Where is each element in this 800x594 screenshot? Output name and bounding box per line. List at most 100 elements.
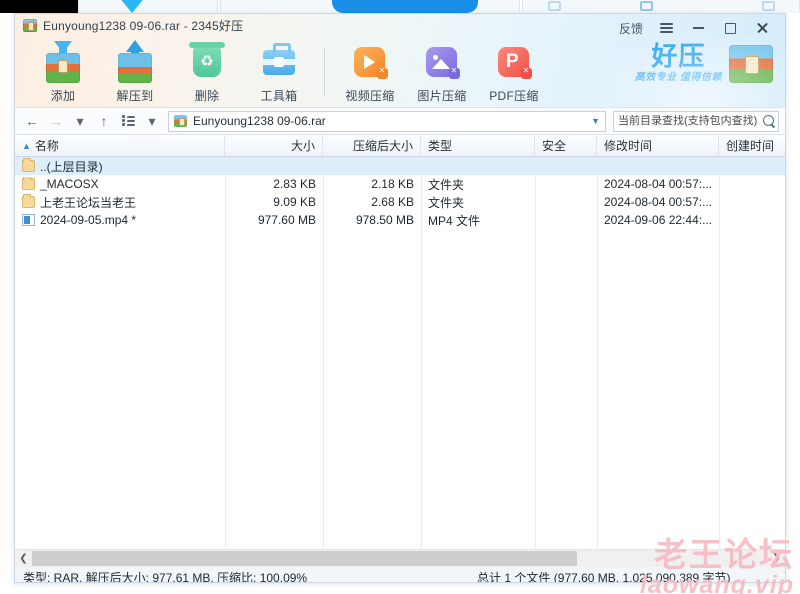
column-header-type[interactable]: 类型 bbox=[421, 135, 535, 156]
feedback-button[interactable]: 反馈 bbox=[613, 17, 649, 39]
header-band: Eunyoung1238 09-06.rar - 2345好压 反馈 添加 解压… bbox=[15, 14, 785, 107]
file-size-cell: 2.83 KB bbox=[273, 177, 316, 191]
file-name-label: _MACOSX bbox=[40, 177, 99, 191]
brand-text: 好压 高效专业 值得信赖 bbox=[635, 44, 722, 83]
file-modified-time-cell: 2024-08-04 00:57:... bbox=[604, 195, 713, 209]
image-compress-button-label: 图片压缩 bbox=[417, 89, 467, 103]
file-name-cell: 2024-09-05.mp4 * bbox=[15, 213, 225, 227]
column-header-row: ▲ 名称 大小 压缩后大小 类型 安全 修改时间 创建时间 bbox=[15, 135, 785, 157]
file-type-cell: 文件夹 bbox=[428, 177, 465, 192]
history-chevron-down-icon[interactable]: ▾ bbox=[69, 110, 91, 132]
brand-logo-area: 好压 高效专业 值得信赖 bbox=[635, 44, 773, 83]
table-row[interactable]: 2024-09-05.mp4 * 977.60 MB 978.50 MB MP4… bbox=[15, 211, 785, 229]
folder-icon bbox=[22, 158, 35, 172]
background-window-panel-1 bbox=[78, 0, 218, 13]
add-archive-icon bbox=[41, 41, 85, 83]
brand-slogan: 高效专业 值得信赖 bbox=[634, 72, 722, 83]
scrollbar-thumb[interactable] bbox=[32, 550, 577, 566]
view-chevron-down-icon[interactable]: ▾ bbox=[141, 110, 163, 132]
back-arrow-icon[interactable]: ← bbox=[21, 110, 43, 132]
maximize-icon[interactable] bbox=[715, 17, 745, 39]
extract-to-button-label: 解压到 bbox=[116, 89, 154, 103]
column-header-compressed-size[interactable]: 压缩后大小 bbox=[323, 135, 421, 156]
file-name-cell: ..(上层目录) bbox=[15, 158, 225, 175]
haoya-main-window: Eunyoung1238 09-06.rar - 2345好压 反馈 添加 解压… bbox=[14, 13, 786, 583]
address-bar[interactable]: Eunyoung1238 09-06.rar ▼ bbox=[168, 110, 606, 132]
background-black-edge bbox=[0, 0, 78, 13]
column-header-security[interactable]: 安全 bbox=[535, 135, 597, 156]
folder-icon bbox=[22, 194, 35, 208]
delete-button-label: 删除 bbox=[194, 89, 220, 103]
main-toolbar: 添加 解压到 ♻ 删除 工具箱 ✕ 视频压缩 ✕ 图片压缩 P ✕ PDF压缩 bbox=[27, 38, 550, 106]
background-decoration-cone bbox=[118, 0, 146, 13]
column-header-size[interactable]: 大小 bbox=[225, 135, 323, 156]
close-icon[interactable] bbox=[747, 17, 777, 39]
window-controls: 反馈 bbox=[613, 16, 777, 40]
column-header-modified-time[interactable]: 修改时间 bbox=[597, 135, 719, 156]
file-list-area: ▲ 名称 大小 压缩后大小 类型 安全 修改时间 创建时间 ..(上层目录) _… bbox=[15, 135, 785, 549]
window-title: Eunyoung1238 09-06.rar - 2345好压 bbox=[43, 18, 244, 33]
scrollbar-track[interactable] bbox=[32, 549, 768, 567]
background-decoration-pill bbox=[332, 0, 478, 13]
table-row[interactable]: ..(上层目录) bbox=[15, 157, 785, 175]
toolbox-icon bbox=[257, 41, 301, 83]
video-compress-button[interactable]: 视频压缩 bbox=[334, 38, 406, 104]
delete-button[interactable]: ♻ 删除 bbox=[171, 38, 243, 104]
image-compress-icon bbox=[420, 41, 464, 83]
status-archive-info: 类型: RAR, 解压后大小: 977.61 MB, 压缩比: 100.09% bbox=[23, 571, 308, 583]
pdf-compress-button-label: PDF压缩 bbox=[489, 89, 539, 103]
chevron-left-icon[interactable]: ❮ bbox=[15, 549, 32, 567]
haoya-logo-icon bbox=[729, 44, 773, 83]
archive-icon bbox=[23, 18, 37, 32]
file-size-cell: 9.09 KB bbox=[273, 195, 316, 209]
background-window-panel-3 bbox=[522, 0, 800, 13]
file-type-cell: MP4 文件 bbox=[428, 213, 481, 228]
file-modified-time-cell: 2024-08-04 00:57:... bbox=[604, 177, 713, 191]
add-button[interactable]: 添加 bbox=[27, 38, 99, 104]
column-header-name-label: 名称 bbox=[34, 139, 59, 153]
brand-name: 好压 bbox=[651, 42, 706, 72]
recycle-bin-icon: ♻ bbox=[185, 41, 229, 83]
extract-archive-icon bbox=[113, 40, 157, 83]
horizontal-scrollbar[interactable]: ❮ ❯ bbox=[15, 549, 785, 567]
background-decoration-square-2 bbox=[640, 1, 653, 11]
sort-ascending-icon: ▲ bbox=[22, 140, 31, 151]
file-name-cell: 上老王论坛当老王 bbox=[15, 194, 225, 211]
table-row[interactable]: 上老王论坛当老王 9.09 KB 2.68 KB 文件夹 2024-08-04 … bbox=[15, 193, 785, 211]
minimize-icon[interactable] bbox=[683, 17, 713, 39]
file-type-cell: 文件夹 bbox=[428, 195, 465, 210]
file-compressed-size-cell: 978.50 MB bbox=[355, 213, 414, 227]
pdf-compress-button[interactable]: P PDF压缩 bbox=[478, 38, 550, 104]
list-view-icon[interactable] bbox=[117, 110, 139, 132]
file-name-label: 2024-09-05.mp4 * bbox=[40, 213, 137, 227]
toolbar-divider bbox=[324, 48, 325, 96]
desktop-background-strip bbox=[0, 0, 800, 13]
table-row[interactable]: _MACOSX 2.83 KB 2.18 KB 文件夹 2024-08-04 0… bbox=[15, 175, 785, 193]
search-icon[interactable] bbox=[763, 114, 776, 128]
file-name-cell: _MACOSX bbox=[15, 177, 225, 191]
image-compress-button[interactable]: 图片压缩 bbox=[406, 38, 478, 104]
menu-icon[interactable] bbox=[651, 17, 681, 39]
extract-to-button[interactable]: 解压到 bbox=[99, 38, 171, 104]
up-arrow-icon[interactable]: ↑ bbox=[93, 110, 115, 132]
forward-arrow-icon[interactable]: → bbox=[45, 110, 67, 132]
file-name-label: ..(上层目录) bbox=[40, 159, 103, 174]
file-size-cell: 977.60 MB bbox=[257, 213, 316, 227]
file-compressed-size-cell: 2.18 KB bbox=[371, 177, 414, 191]
file-rows: ..(上层目录) _MACOSX 2.83 KB 2.18 KB 文件夹 202… bbox=[15, 157, 785, 549]
advanced-search-link[interactable]: 高级 bbox=[782, 105, 785, 137]
status-bar: 类型: RAR, 解压后大小: 977.61 MB, 压缩比: 100.09% … bbox=[15, 566, 785, 583]
chevron-right-icon[interactable]: ❯ bbox=[768, 549, 785, 567]
search-box[interactable]: 高级 bbox=[613, 110, 779, 132]
folder-icon bbox=[22, 177, 35, 190]
column-header-created-time[interactable]: 创建时间 bbox=[719, 135, 785, 156]
column-header-name[interactable]: ▲ 名称 bbox=[15, 135, 225, 156]
file-compressed-size-cell: 2.68 KB bbox=[371, 195, 414, 209]
toolbox-button-label: 工具箱 bbox=[260, 89, 298, 103]
toolbox-button[interactable]: 工具箱 bbox=[243, 38, 315, 104]
archive-icon bbox=[174, 115, 187, 127]
navigation-bar: ← → ▾ ↑ ▾ Eunyoung1238 09-06.rar ▼ 高级 bbox=[15, 107, 785, 135]
video-file-icon bbox=[22, 214, 35, 226]
search-input[interactable] bbox=[618, 115, 760, 127]
address-chevron-down-icon[interactable]: ▼ bbox=[585, 116, 600, 126]
